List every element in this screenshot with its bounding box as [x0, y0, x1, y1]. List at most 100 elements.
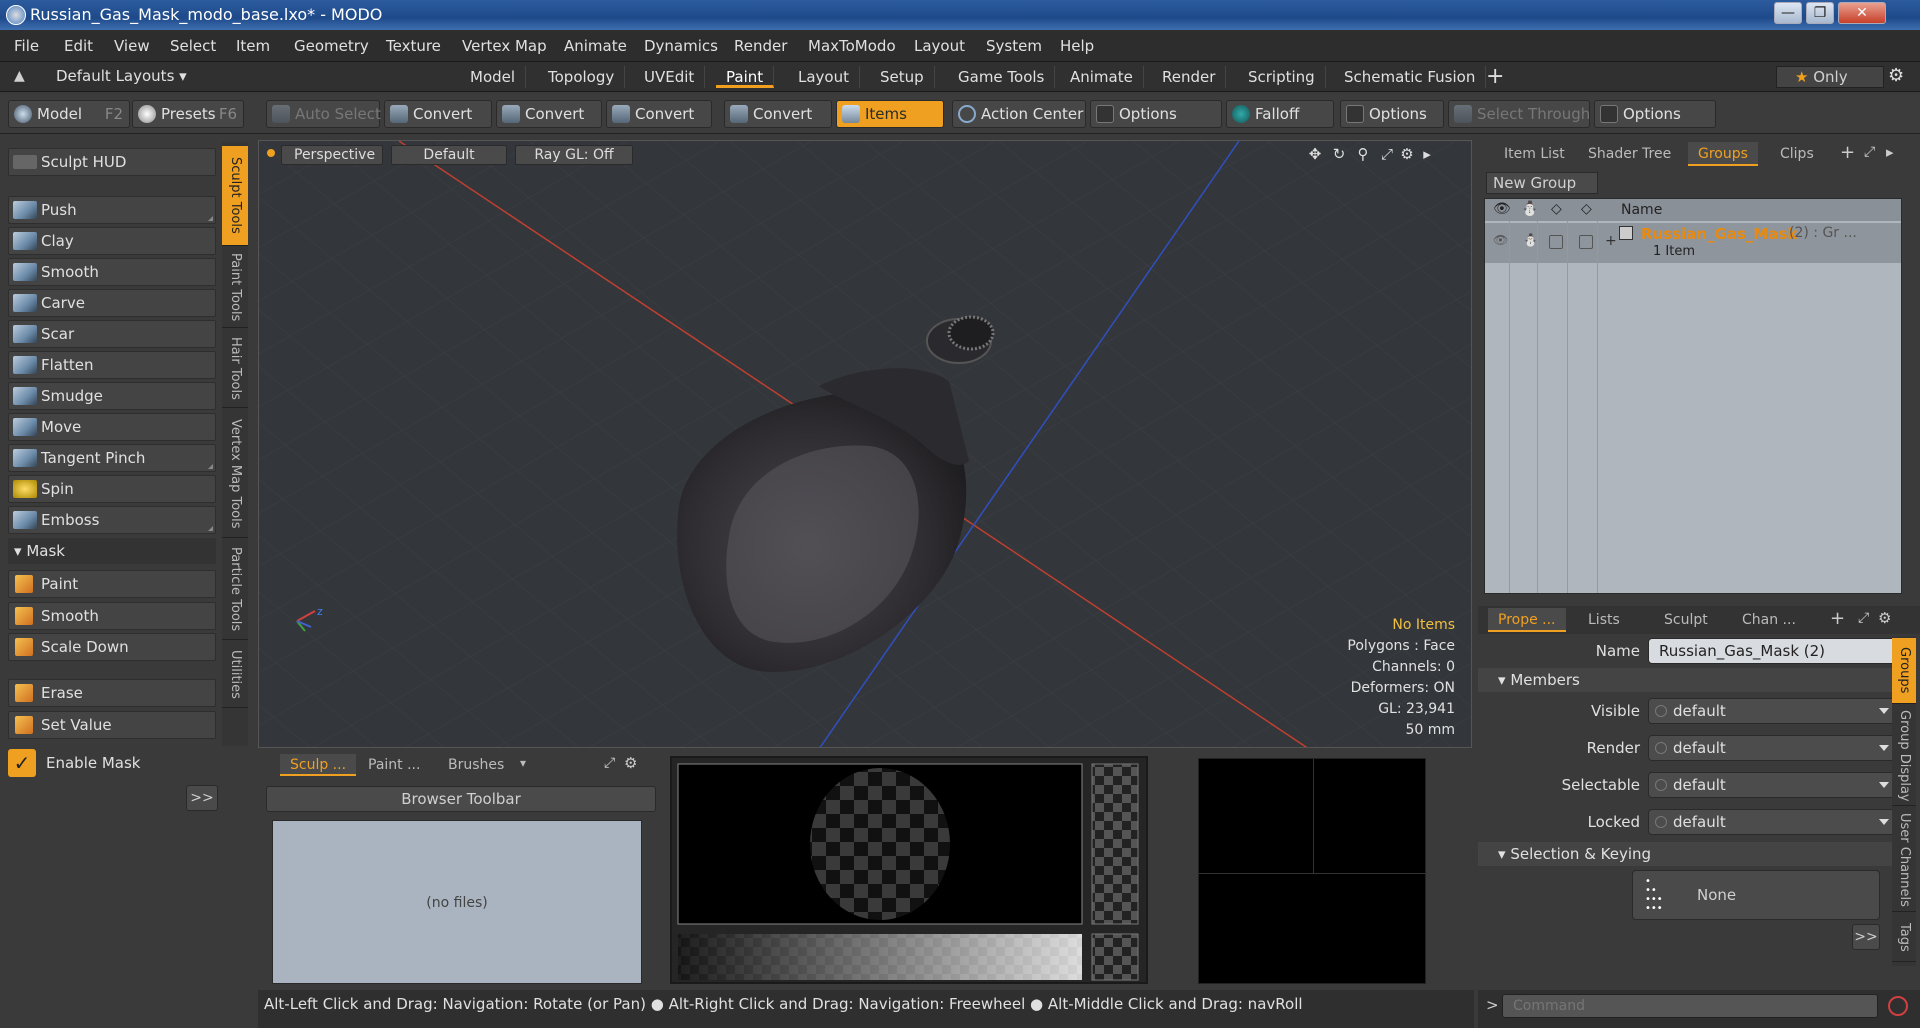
mask-smooth-tool[interactable]: Smooth	[8, 602, 216, 630]
emboss-tool[interactable]: Emboss	[8, 506, 216, 534]
action-center-button[interactable]: Action Center	[952, 100, 1086, 128]
gear-icon[interactable]: ⚙	[1888, 65, 1904, 86]
clay-tool[interactable]: Clay	[8, 227, 216, 255]
tangent-pinch-tool[interactable]: Tangent Pinch	[8, 444, 216, 472]
items-button[interactable]: Items	[836, 100, 944, 128]
convert-polygons-button[interactable]: Convert	[606, 100, 712, 128]
rotate-icon[interactable]: ↻	[1331, 146, 1347, 162]
brush-preview-canvas[interactable]	[672, 758, 1150, 986]
panel-maximize-icon[interactable]: ⤢	[1858, 610, 1869, 626]
close-button[interactable]: ✕	[1838, 2, 1886, 24]
shading-dropdown[interactable]: Default	[391, 145, 507, 165]
add-tab-plus-icon[interactable]: +	[1486, 64, 1504, 89]
group-name-input[interactable]: Russian_Gas_Mask (2)	[1648, 638, 1896, 664]
tab-animate[interactable]: Animate	[1060, 66, 1144, 88]
members-section-header[interactable]: ▾ Members	[1478, 668, 1898, 692]
tab-topology[interactable]: Topology	[538, 66, 626, 88]
menu-help[interactable]: Help	[1060, 37, 1094, 55]
raygl-toggle[interactable]: Ray GL: Off	[515, 145, 633, 165]
spin-tool[interactable]: Spin	[8, 475, 216, 503]
tab-paint[interactable]: Paint	[716, 66, 775, 88]
sculpt-hud-button[interactable]: Sculpt HUD	[8, 148, 216, 176]
tab-properties[interactable]: Prope ...	[1488, 608, 1566, 632]
move-tool[interactable]: Move	[8, 413, 216, 441]
tab-shader-tree[interactable]: Shader Tree	[1578, 142, 1681, 166]
browser-tab-paint[interactable]: Paint ...	[358, 754, 430, 776]
browser-toolbar-button[interactable]: Browser Toolbar	[266, 786, 656, 812]
falloff-button[interactable]: Falloff	[1226, 100, 1334, 128]
side-tab-vertex-map-tools[interactable]: Vertex Map Tools	[222, 410, 248, 538]
new-group-button[interactable]: New Group	[1486, 172, 1598, 194]
action-center-options-button[interactable]: Options	[1090, 100, 1222, 128]
menu-maxtomodo[interactable]: MaxToModo	[808, 37, 896, 55]
side-tab-paint-tools[interactable]: Paint Tools	[222, 248, 248, 328]
tab-lists[interactable]: Lists	[1578, 608, 1630, 632]
tab-item-list[interactable]: Item List	[1494, 142, 1575, 166]
mini-viewport[interactable]	[1198, 758, 1427, 984]
properties-gear-icon[interactable]: ⚙	[1878, 609, 1891, 627]
3d-viewport[interactable]: z Perspective Default Ray GL: Off ✥ ↻ ⚲ …	[258, 140, 1472, 748]
menu-texture[interactable]: Texture	[386, 37, 441, 55]
side-tab-particle-tools[interactable]: Particle Tools	[222, 540, 248, 640]
browser-gear-icon[interactable]: ⚙	[624, 754, 637, 772]
browser-file-list[interactable]: (no files)	[272, 820, 642, 984]
menu-edit[interactable]: Edit	[64, 37, 93, 55]
minimize-button[interactable]: —	[1774, 2, 1802, 24]
select-checkbox[interactable]	[1579, 235, 1593, 249]
tab-render[interactable]: Render	[1152, 66, 1227, 88]
viewport-arrow-icon[interactable]: ▸	[1419, 146, 1435, 162]
side-tab-hair-tools[interactable]: Hair Tools	[222, 330, 248, 408]
tab-setup[interactable]: Setup	[870, 66, 935, 88]
zoom-icon[interactable]: ⚲	[1355, 146, 1371, 162]
locked-dropdown[interactable]: default	[1648, 809, 1896, 835]
viewport-gear-icon[interactable]: ⚙	[1399, 146, 1415, 162]
falloff-options-button[interactable]: Options	[1340, 100, 1444, 128]
browser-tab-sculpt[interactable]: Sculp ...	[280, 754, 357, 776]
menu-file[interactable]: File	[14, 37, 39, 55]
mask-set-value-tool[interactable]: Set Value	[8, 711, 216, 739]
side-tab-group-display[interactable]: Group Display	[1892, 706, 1916, 806]
convert-materials-button[interactable]: Convert	[724, 100, 832, 128]
enable-mask-checkbox[interactable]: ✓	[8, 749, 36, 777]
collapse-icon[interactable]: ▲	[14, 68, 25, 84]
tab-scripting[interactable]: Scripting	[1238, 66, 1326, 88]
tab-clips[interactable]: Clips	[1770, 142, 1824, 166]
smudge-tool[interactable]: Smudge	[8, 382, 216, 410]
side-tab-tags[interactable]: Tags	[1892, 914, 1916, 962]
add-tab-icon[interactable]: +	[1840, 142, 1855, 163]
convert-edges-button[interactable]: Convert	[496, 100, 602, 128]
smooth-tool[interactable]: Smooth	[8, 258, 216, 286]
layout-preset-dropdown[interactable]: Default Layouts ▾	[56, 67, 187, 85]
side-tab-utilities[interactable]: Utilities	[222, 642, 248, 708]
menu-system[interactable]: System	[986, 37, 1042, 55]
render-icon[interactable]: ⛄	[1523, 233, 1538, 247]
command-input[interactable]	[1502, 994, 1878, 1018]
menu-geometry[interactable]: Geometry	[294, 37, 369, 55]
browser-tab-brushes[interactable]: Brushes	[438, 754, 514, 776]
panel-arrow-icon[interactable]: ▸	[1886, 143, 1894, 161]
menu-view[interactable]: View	[114, 37, 150, 55]
only-toggle[interactable]: ★ Only	[1776, 66, 1884, 88]
none-keying-button[interactable]: • •• ••• ••• None	[1632, 870, 1880, 920]
groups-tree[interactable]: 👁 ⛄ ◇ ◇ Name 👁 ⛄ + Russian_Gas_Mask (2) …	[1484, 198, 1902, 594]
record-icon[interactable]	[1888, 996, 1908, 1016]
scar-tool[interactable]: Scar	[8, 320, 216, 348]
more-tools-button[interactable]: >>	[186, 785, 218, 811]
tab-schematic-fusion[interactable]: Schematic Fusion	[1334, 66, 1487, 88]
auto-select-button[interactable]: Auto Select	[266, 100, 381, 128]
model-button[interactable]: Model F2	[8, 100, 130, 128]
menu-render[interactable]: Render	[734, 37, 787, 55]
tab-groups[interactable]: Groups	[1688, 142, 1758, 166]
menu-dynamics[interactable]: Dynamics	[644, 37, 718, 55]
browser-tab-dropdown-icon[interactable]: ▾	[520, 756, 526, 770]
pan-icon[interactable]: ✥	[1307, 146, 1323, 162]
group-row[interactable]: 👁 ⛄ + Russian_Gas_Mask (2) : Gr ... 1 It…	[1485, 223, 1901, 263]
side-tab-sculpt-tools[interactable]: Sculpt Tools	[222, 146, 248, 246]
tab-game-tools[interactable]: Game Tools	[948, 66, 1056, 88]
viewport-menu-dot[interactable]	[267, 149, 275, 157]
menu-vertex-map[interactable]: Vertex Map	[462, 37, 547, 55]
visible-dropdown[interactable]: default	[1648, 698, 1896, 724]
tab-sculpt[interactable]: Sculpt	[1654, 608, 1718, 632]
flatten-tool[interactable]: Flatten	[8, 351, 216, 379]
select-through-options-button[interactable]: Options	[1594, 100, 1716, 128]
